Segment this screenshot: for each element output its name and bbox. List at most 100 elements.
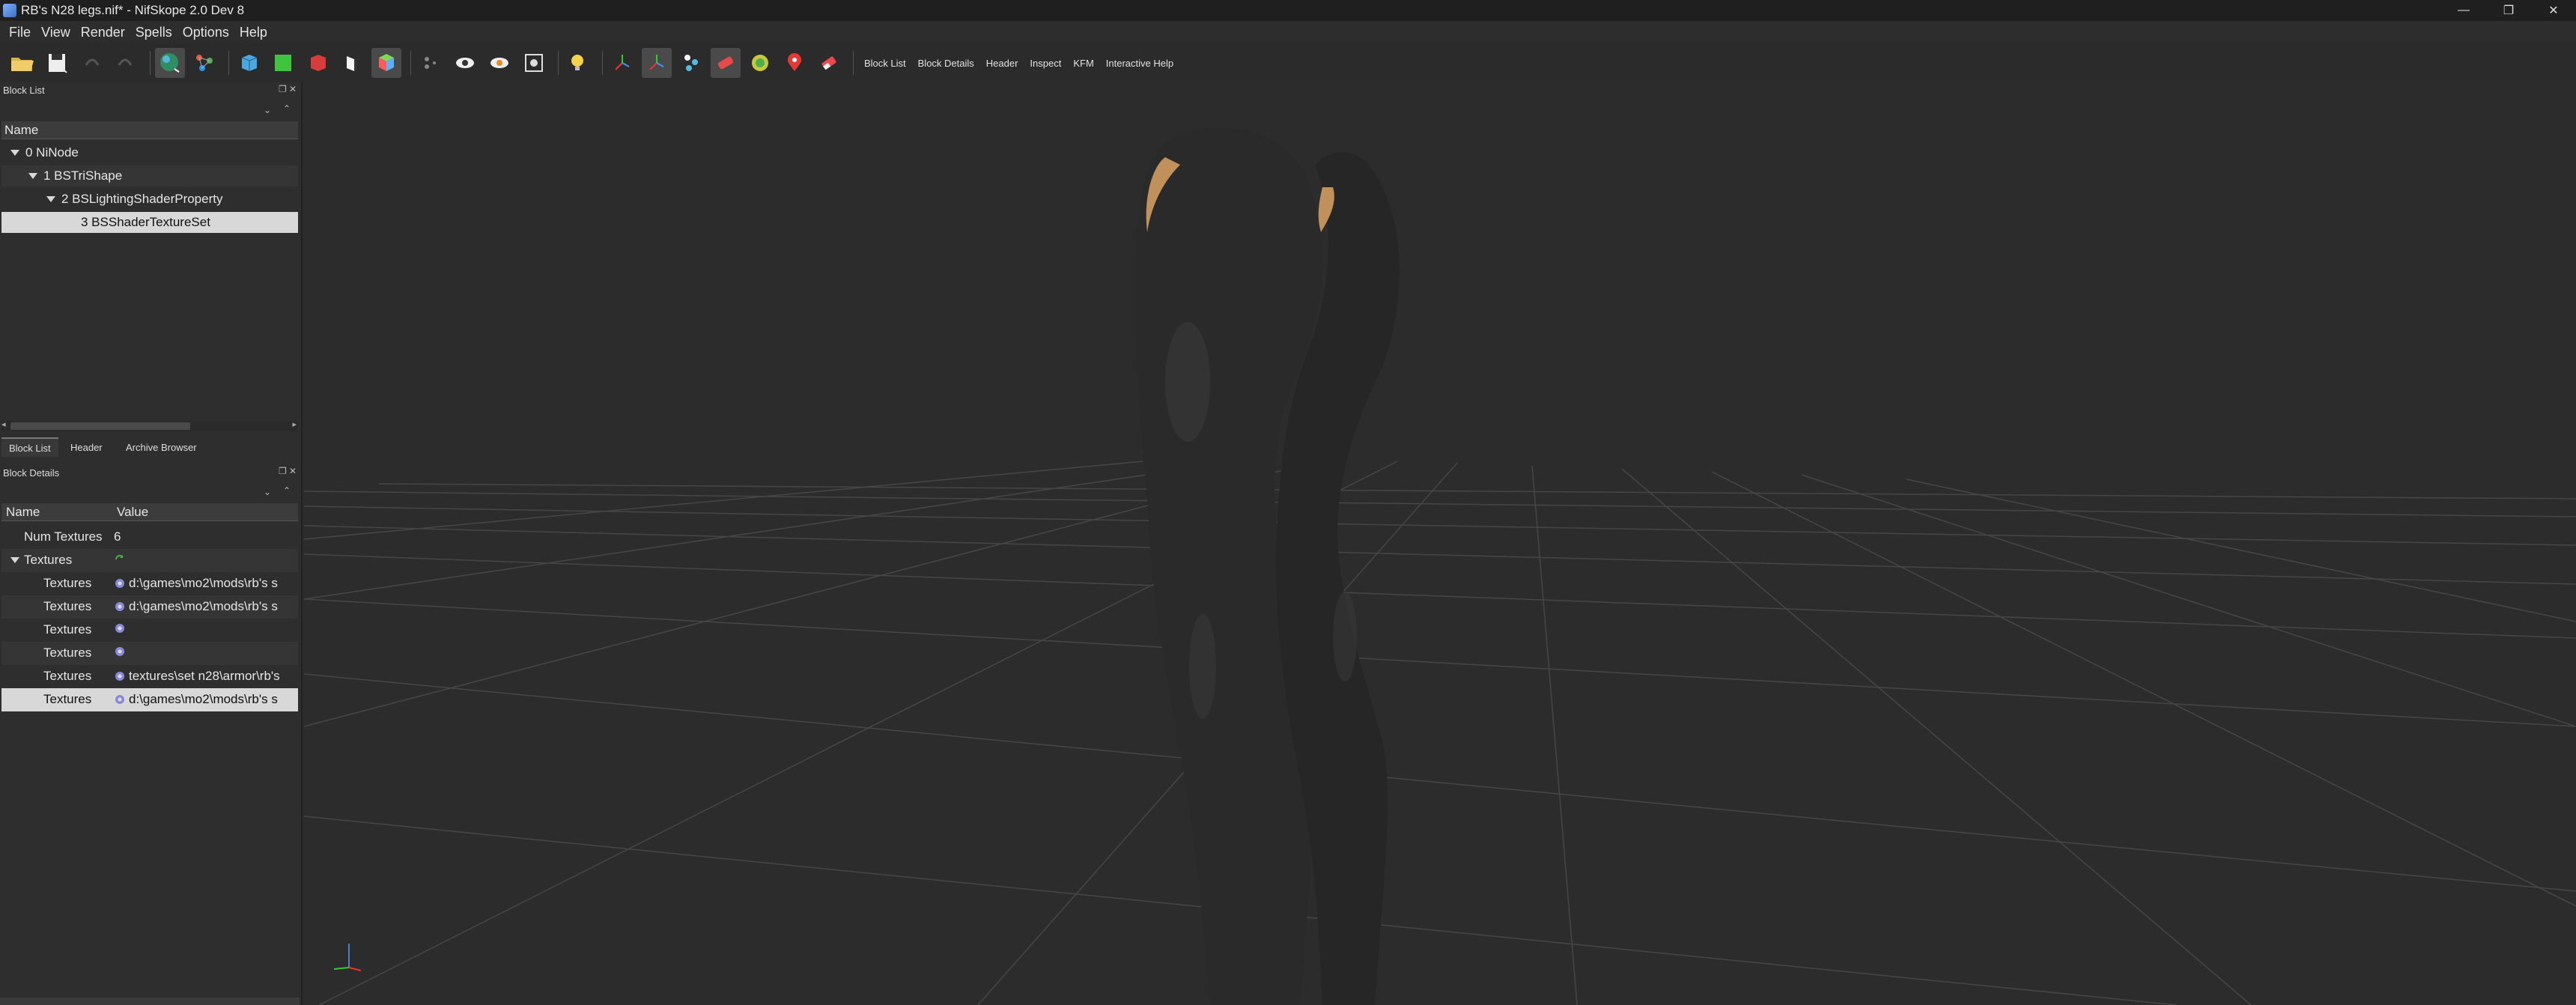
menu-view[interactable]: View (37, 25, 76, 40)
expand-all-icon[interactable]: ⌃ (283, 103, 291, 114)
axes-icon[interactable] (607, 48, 637, 78)
vertex-icon[interactable] (416, 48, 446, 78)
detail-row[interactable]: Textures d:\games\mo2\mods\rb's s (1, 572, 298, 595)
white-flag-icon[interactable] (337, 48, 367, 78)
green-box-icon[interactable] (268, 48, 298, 78)
expand-arrow-icon[interactable] (46, 196, 55, 202)
redo-icon[interactable] (111, 48, 141, 78)
status-strip (0, 998, 300, 1005)
eraser-icon[interactable] (814, 48, 844, 78)
block-list-row[interactable]: 0 NiNode (1, 142, 298, 163)
block-details-header[interactable]: Name Value (1, 503, 298, 521)
detail-row[interactable]: Textures d:\games\mo2\mods\rb's s (1, 688, 298, 711)
texture-file-icon[interactable] (114, 646, 126, 658)
save-icon[interactable] (42, 48, 72, 78)
toolbar-separator (853, 51, 854, 75)
detail-row[interactable]: Textures (1, 619, 298, 642)
dock-float-icon[interactable]: ❐ (279, 84, 287, 94)
detail-row[interactable]: Textures textures\set n28\armor\rb's (1, 665, 298, 688)
nodes-icon[interactable] (676, 48, 706, 78)
toolbar-block-list-button[interactable]: Block List (858, 48, 912, 78)
texture-file-icon[interactable] (114, 622, 126, 634)
havok-icon[interactable] (745, 48, 775, 78)
array-update-icon[interactable] (114, 553, 126, 565)
block-list-horizontal-scrollbar[interactable]: ◂ ▸ (1, 419, 298, 431)
dock-close-icon[interactable]: ✕ (289, 84, 297, 94)
tab-archive-browser[interactable]: Archive Browser (118, 437, 204, 457)
red-box-icon[interactable] (303, 48, 332, 78)
detail-row[interactable]: Textures d:\games\mo2\mods\rb's s (1, 595, 298, 619)
menu-options[interactable]: Options (178, 25, 235, 40)
block-details-title: Block Details (3, 467, 60, 479)
block-list-row[interactable]: 3 BSShaderTextureSet (1, 212, 298, 233)
value-column-header: Value (117, 504, 149, 519)
detail-value-cell[interactable]: d:\games\mo2\mods\rb's s (114, 576, 298, 591)
expand-arrow-icon[interactable] (10, 557, 19, 563)
detail-value[interactable]: 6 (114, 529, 298, 544)
detail-row[interactable]: Textures (1, 549, 298, 572)
eye-orange-icon[interactable] (484, 48, 514, 78)
detail-value-cell[interactable]: textures\set n28\armor\rb's (114, 669, 298, 684)
block-list-label: 1 BSTriShape (43, 168, 123, 183)
detail-value-cell[interactable] (114, 646, 298, 658)
lightbulb-icon[interactable] (563, 48, 593, 78)
3d-viewport[interactable] (304, 82, 2576, 1005)
undo-icon[interactable] (76, 48, 106, 78)
expand-arrow-icon[interactable] (28, 173, 37, 179)
minimize-button[interactable]: — (2441, 0, 2486, 21)
detail-name: Num Textures (24, 529, 103, 544)
scroll-right-arrow-icon[interactable]: ▸ (292, 419, 297, 429)
marker-icon[interactable] (780, 48, 809, 78)
toolbar-header-button[interactable]: Header (980, 48, 1024, 78)
menu-render[interactable]: Render (76, 25, 131, 40)
expand-all-icon[interactable]: ⌃ (283, 485, 291, 496)
dock-float-icon[interactable]: ❐ (279, 466, 287, 476)
scrollbar-thumb[interactable] (10, 422, 190, 430)
window-title: RB's N28 legs.nif* - NifSkope 2.0 Dev 8 (21, 3, 245, 17)
color-cube-icon[interactable] (371, 48, 401, 78)
texture-file-icon[interactable] (114, 693, 126, 705)
viewport-scene[interactable] (304, 82, 2576, 1005)
collision-icon[interactable] (711, 48, 741, 78)
toolbar-inspect-button[interactable]: Inspect (1024, 48, 1067, 78)
scroll-left-arrow-icon[interactable]: ◂ (1, 419, 6, 429)
tab-block-list[interactable]: Block List (1, 437, 58, 457)
texture-file-icon[interactable] (114, 601, 126, 613)
eye-icon[interactable] (450, 48, 480, 78)
detail-value-cell[interactable] (114, 622, 298, 634)
detail-value-cell[interactable]: d:\games\mo2\mods\rb's s (114, 599, 298, 614)
globe-icon[interactable] (155, 48, 185, 78)
block-list-row[interactable]: 1 BSTriShape (1, 166, 298, 186)
open-folder-icon[interactable] (7, 48, 37, 78)
detail-row[interactable]: Num Textures 6 (1, 526, 298, 549)
restore-button[interactable]: ❐ (2486, 0, 2531, 21)
block-list-header[interactable]: Name (1, 121, 298, 139)
block-list-row[interactable]: 2 BSLightingShaderProperty (1, 189, 298, 210)
expand-arrow-icon[interactable] (10, 150, 19, 156)
toolbar-separator (228, 51, 229, 75)
texture-file-icon[interactable] (114, 670, 126, 682)
collapse-all-icon[interactable]: ⌄ (264, 487, 271, 497)
collapse-all-icon[interactable]: ⌄ (264, 105, 271, 115)
legs-model[interactable] (1135, 127, 1400, 1005)
node-tree-icon[interactable] (189, 48, 219, 78)
screenshot-icon[interactable] (519, 48, 549, 78)
detail-value-cell[interactable] (114, 553, 298, 565)
menu-help[interactable]: Help (235, 25, 273, 40)
close-button[interactable]: ✕ (2531, 0, 2576, 21)
detail-value-cell[interactable]: d:\games\mo2\mods\rb's s (114, 692, 298, 707)
menu-file[interactable]: File (4, 25, 37, 40)
tab-header[interactable]: Header (63, 437, 110, 457)
toolbar-kfm-button[interactable]: KFM (1067, 48, 1099, 78)
cube-view-icon[interactable] (234, 48, 264, 78)
menu-spells[interactable]: Spells (131, 25, 178, 40)
detail-name: Textures (43, 669, 92, 683)
detail-row[interactable]: Textures (1, 642, 298, 665)
toolbar-block-details-button[interactable]: Block Details (912, 48, 980, 78)
transform-axes-icon[interactable] (642, 48, 672, 78)
texture-file-icon[interactable] (114, 577, 126, 589)
title-bar: RB's N28 legs.nif* - NifSkope 2.0 Dev 8 … (0, 0, 2576, 21)
dock-close-icon[interactable]: ✕ (289, 466, 297, 476)
name-column-header: Name (4, 122, 39, 137)
toolbar-interactive-help-button[interactable]: Interactive Help (1100, 48, 1179, 78)
